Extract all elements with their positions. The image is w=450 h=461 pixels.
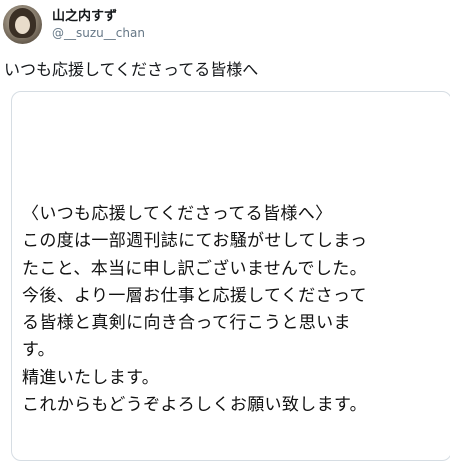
avatar-face — [15, 15, 30, 34]
user-handle[interactable]: @__suzu__chan — [52, 25, 145, 41]
avatar[interactable] — [3, 4, 42, 44]
notice-line: これからもどうぞよろしくお願い致します。 — [22, 395, 367, 416]
notice-line: この度は一部週刊誌にてお騒がせしてしまっ — [22, 231, 368, 252]
tweet: 山之内すず @__suzu__chan いつも応援してくださってる皆様へ 〈いつ… — [0, 0, 450, 461]
notice-line: 精進いたします。 — [22, 367, 160, 388]
tweet-header: 山之内すず @__suzu__chan — [3, 2, 145, 46]
notice-line: 今後、より一層お仕事と応援してくださって — [22, 285, 367, 306]
notice-line: たこと、本当に申し訳ございませんでした。 — [22, 258, 367, 279]
display-name[interactable]: 山之内すず — [52, 8, 145, 25]
tweet-text: いつも応援してくださってる皆様へ — [4, 60, 259, 79]
notice-line: る皆様と真剣に向き合って行こうと思いま — [22, 313, 351, 334]
notice-line: す。 — [22, 340, 55, 361]
user-names: 山之内すず @__suzu__chan — [52, 8, 145, 41]
notice-line: 〈いつも応援してくださってる皆様へ〉 — [22, 204, 333, 224]
image-notice-text: 〈いつも応援してくださってる皆様へ〉 この度は一部週刊誌にてお騒がせしてしまっ … — [22, 201, 367, 419]
